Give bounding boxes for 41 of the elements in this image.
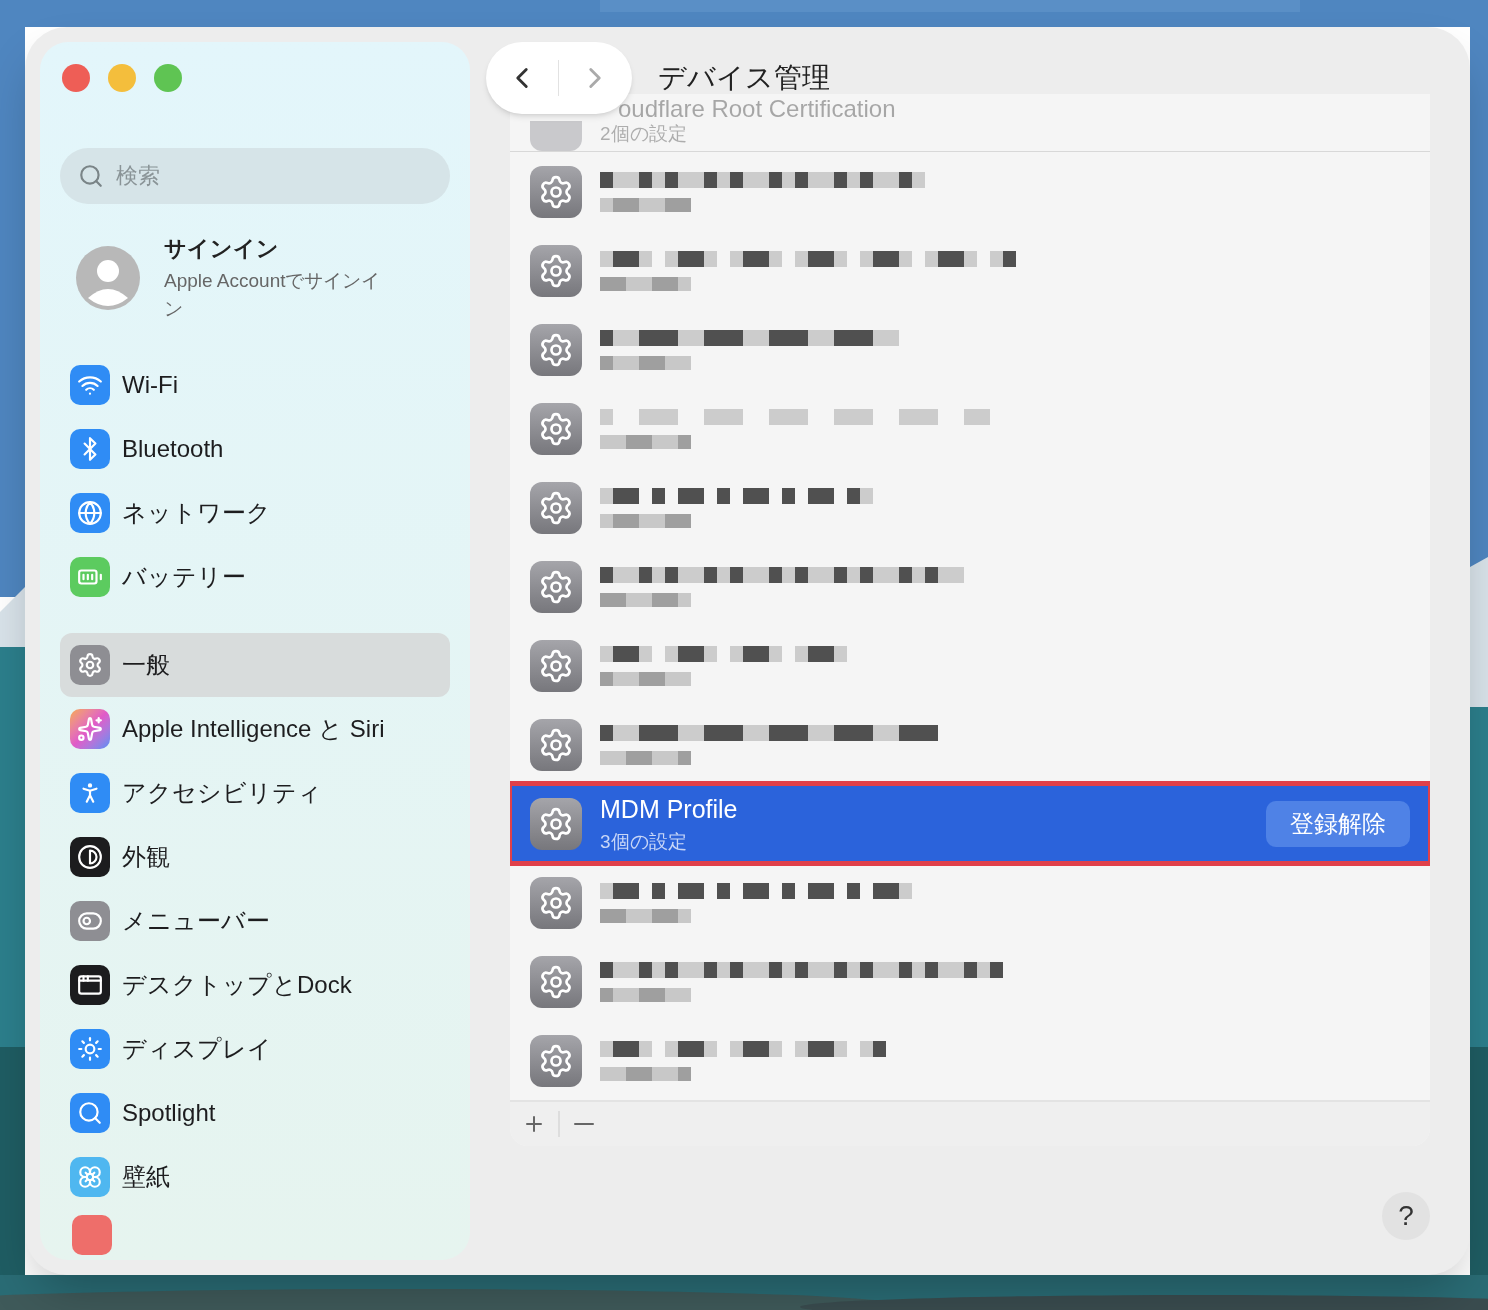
close-button[interactable] (62, 64, 90, 92)
app-icon (72, 1215, 112, 1255)
profile-row[interactable]: MDM Profile 3個の設定 登録解除 (510, 784, 1430, 863)
bluetooth-icon (70, 429, 110, 469)
sidebar-item[interactable]: Wi-Fi (60, 353, 450, 417)
sparkles-icon (70, 709, 110, 749)
profile-detail: 3個の設定 (600, 830, 688, 854)
account-title[interactable]: サインイン (164, 232, 396, 265)
sidebar-item[interactable]: ディスプレイ (60, 1017, 450, 1081)
sidebar-item[interactable]: Apple Intelligence と Siri (60, 697, 450, 761)
contrast-icon (70, 837, 110, 877)
sidebar-item[interactable]: メニューバー (60, 889, 450, 953)
help-button[interactable]: ? (1382, 1192, 1430, 1240)
search-icon (78, 163, 104, 189)
minus-icon (574, 1123, 594, 1125)
window-title: デバイス管理 (658, 62, 830, 94)
sun-icon (70, 1029, 110, 1069)
flower-icon (70, 1157, 110, 1197)
sidebar-item[interactable]: ネットワーク (60, 481, 450, 545)
sidebar-item[interactable]: デスクトップとDock (60, 953, 450, 1017)
window-icon (70, 965, 110, 1005)
unenroll-button[interactable]: 登録解除 (1266, 800, 1410, 847)
sidebar-item[interactable]: 一般 (60, 633, 450, 697)
avatar-icon (76, 246, 140, 310)
search-icon (70, 1093, 110, 1133)
account-subtitle: Apple Accountでサインイン (164, 269, 382, 321)
sidebar-item[interactable]: 壁紙 (60, 1145, 450, 1209)
battery-icon (70, 557, 110, 597)
accessibility-icon (70, 773, 110, 813)
wifi-icon (70, 365, 110, 405)
sidebar-item[interactable]: バッテリー (60, 545, 450, 609)
globe-icon (70, 493, 110, 533)
profile-name: MDM Profile (600, 793, 739, 825)
sidebar-item[interactable]: Spotlight (60, 1081, 450, 1145)
toggle-icon (70, 901, 110, 941)
profile-detail: 2個の設定 (600, 122, 688, 146)
search-field[interactable]: 検索 (60, 148, 450, 204)
sidebar-item[interactable]: Bluetooth (60, 417, 450, 481)
sidebar-item[interactable]: 外観 (60, 825, 450, 889)
profile-name: oudflare Root Certification (617, 97, 896, 121)
sidebar-item[interactable]: アクセシビリティ (60, 761, 450, 825)
